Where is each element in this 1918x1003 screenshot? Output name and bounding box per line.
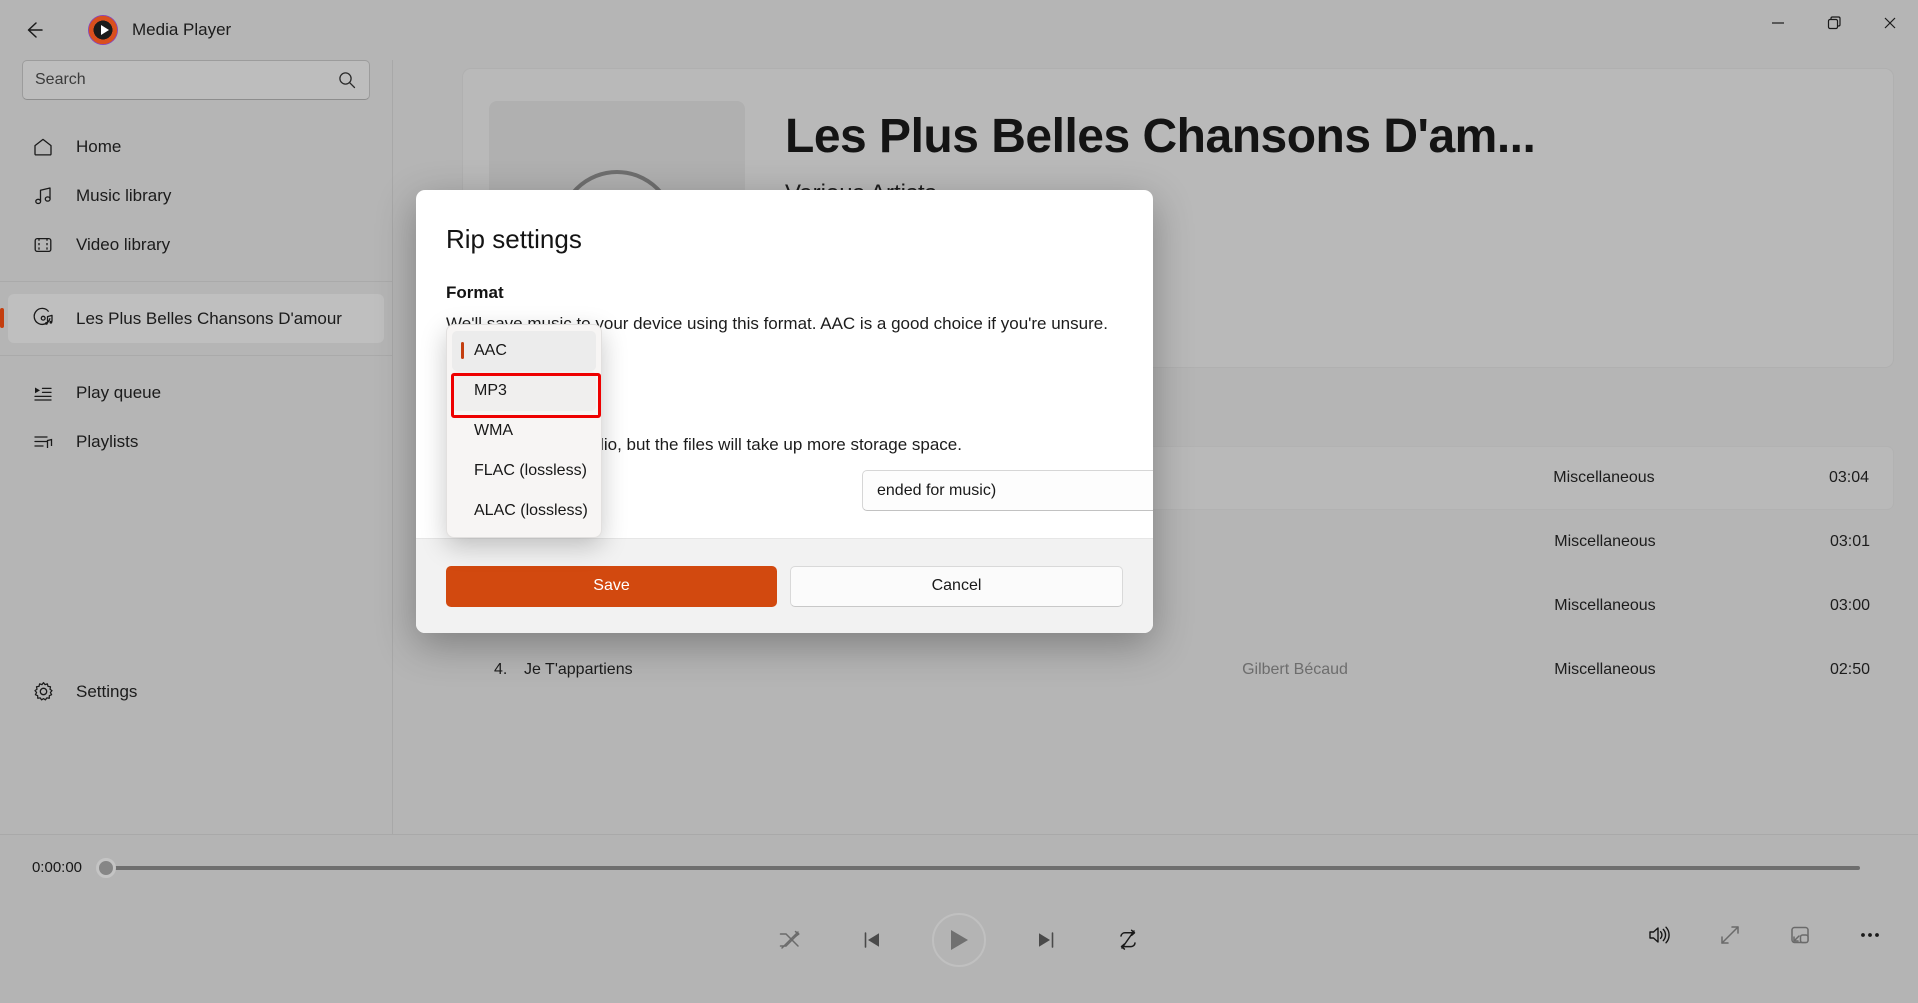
quality-dropdown[interactable]: ended for music) <box>862 470 1153 511</box>
cancel-button[interactable]: Cancel <box>790 565 1123 607</box>
modal-layer: Rip settings Format We'll save music to … <box>0 0 1918 1003</box>
dialog-title: Rip settings <box>446 224 582 254</box>
format-option-aac[interactable]: AAC <box>452 331 596 371</box>
quality-dropdown-value: ended for music) <box>877 481 997 499</box>
format-heading: Format <box>446 283 504 302</box>
dialog-footer: Save Cancel <box>416 538 1153 633</box>
format-dropdown-flyout: AAC MP3 WMA FLAC (lossless) ALAC (lossle… <box>446 324 602 538</box>
save-button[interactable]: Save <box>446 565 777 607</box>
format-option-alac[interactable]: ALAC (lossless) <box>452 491 596 531</box>
dialog-body: Rip settings Format We'll save music to … <box>416 190 1153 334</box>
format-option-flac[interactable]: FLAC (lossless) <box>452 451 596 491</box>
media-player-window: Media Player Search Home Music library V… <box>0 0 1918 1003</box>
format-option-mp3[interactable]: MP3 <box>452 371 596 411</box>
format-option-wma[interactable]: WMA <box>452 411 596 451</box>
